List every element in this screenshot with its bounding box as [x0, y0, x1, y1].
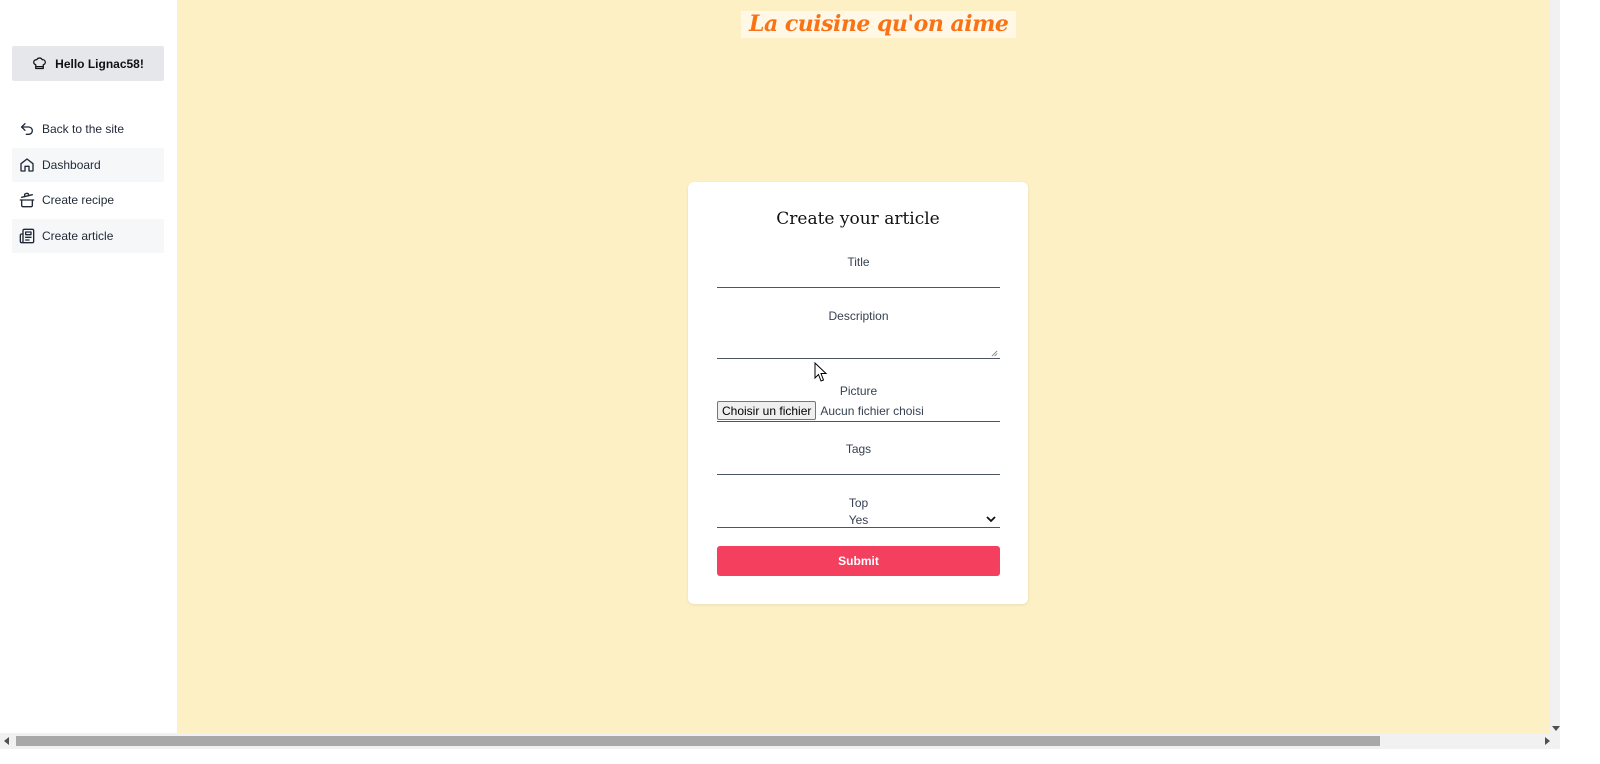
newspaper-icon — [19, 228, 35, 243]
top-select-value: Yes — [848, 513, 869, 527]
top-select[interactable]: Yes — [717, 512, 1000, 528]
top-label: Top — [848, 496, 869, 510]
description-label: Description — [828, 309, 889, 323]
sidebar-item-label: Back to the site — [42, 122, 125, 136]
mouse-cursor-icon — [814, 362, 828, 382]
greeting-text: Hello Lignac58! — [55, 56, 144, 71]
chevron-down-icon — [986, 516, 996, 523]
file-status-text: Aucun fichier choisi — [820, 403, 924, 418]
submit-button[interactable]: Submit — [717, 546, 1000, 576]
horizontal-scrollbar[interactable] — [0, 733, 1560, 749]
form-title: Create your article — [776, 209, 940, 229]
title-label: Title — [847, 255, 870, 269]
tags-label: Tags — [845, 442, 872, 456]
main-content: La cuisine qu'on aime Create your articl… — [177, 0, 1550, 733]
vertical-scrollbar[interactable] — [1550, 0, 1560, 733]
sidebar-nav: Back to the site Dashboard Create recipe — [12, 112, 164, 254]
sidebar: Hello Lignac58! Back to the site Dashboa… — [0, 0, 176, 749]
sidebar-item-label: Create article — [42, 228, 114, 243]
sidebar-item-label: Dashboard — [42, 157, 101, 172]
back-arrow-icon — [21, 123, 33, 135]
sidebar-item-create-recipe[interactable]: Create recipe — [12, 183, 164, 217]
scroll-down-arrow-icon[interactable] — [1552, 726, 1560, 731]
picture-label: Picture — [839, 384, 878, 398]
cooking-pot-icon — [19, 192, 35, 208]
home-icon — [20, 157, 34, 172]
scroll-left-arrow-icon[interactable] — [4, 737, 9, 745]
resize-grip-icon[interactable] — [991, 350, 998, 357]
sidebar-item-create-article[interactable]: Create article — [12, 218, 164, 253]
user-greeting[interactable]: Hello Lignac58! — [12, 46, 164, 81]
chef-hat-icon — [33, 57, 47, 70]
horizontal-scroll-thumb[interactable] — [16, 736, 1380, 746]
sidebar-item-dashboard[interactable]: Dashboard — [12, 147, 164, 182]
bottom-strip — [0, 749, 1600, 764]
scroll-right-arrow-icon[interactable] — [1545, 737, 1550, 745]
right-gutter — [1560, 0, 1600, 764]
sidebar-item-label: Create recipe — [42, 193, 115, 207]
title-input[interactable] — [717, 272, 1000, 288]
description-textarea[interactable] — [717, 333, 1000, 359]
choose-file-button[interactable]: Choisir un fichier — [717, 401, 817, 420]
create-article-form: Create your article Title Description Pi… — [688, 182, 1028, 604]
site-title[interactable]: La cuisine qu'on aime — [741, 11, 1017, 38]
picture-file-input[interactable]: Choisir un fichier Aucun fichier choisi — [717, 400, 1000, 422]
tags-input[interactable] — [717, 459, 1000, 475]
sidebar-item-back-to-site[interactable]: Back to the site — [12, 112, 164, 146]
